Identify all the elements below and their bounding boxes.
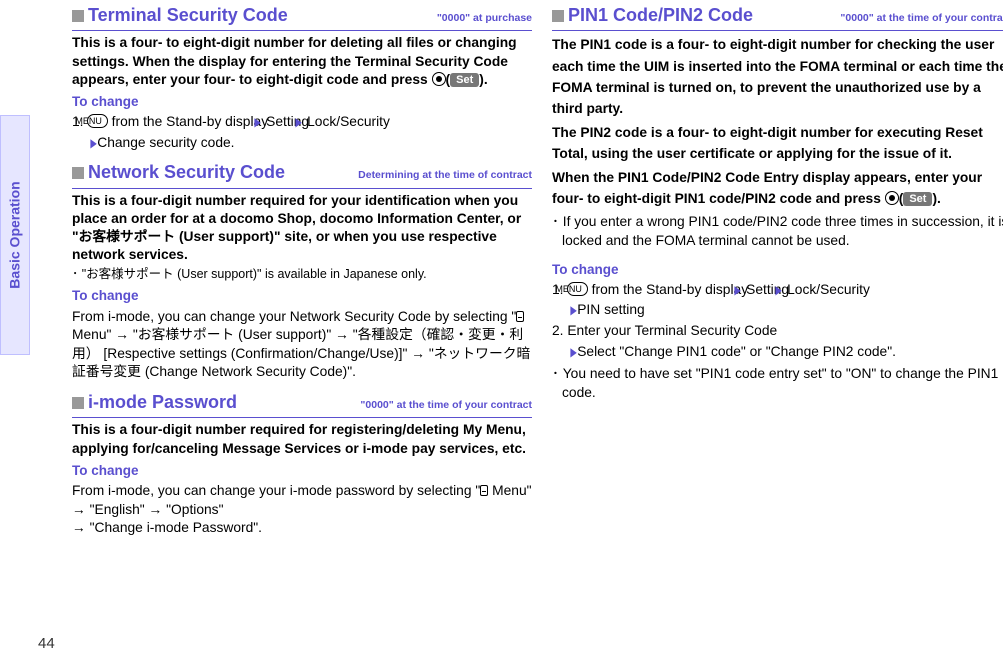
terminal-security-title: Terminal Security Code — [72, 3, 431, 27]
text: If you enter a wrong PIN1 code/PIN2 code… — [562, 214, 1003, 248]
text: Menu" → "お客様サポート (User support)" → "各種設定… — [72, 327, 530, 379]
pin-code-title: PIN1 Code/PIN2 Code — [552, 3, 834, 27]
text: from the Stand-by display — [588, 282, 748, 297]
pin-code-body3: When the PIN1 Code/PIN2 Code Entry displ… — [552, 167, 1003, 210]
set-button-icon: Set — [450, 73, 479, 87]
to-change-label: To change — [72, 462, 532, 480]
network-security-head: Network Security Code Determining at the… — [72, 160, 532, 184]
square-bullet-icon — [552, 10, 564, 22]
step-1: 1. MENU from the Stand-by display▶Settin… — [72, 113, 532, 132]
text: Lock/Security — [787, 282, 870, 297]
set-button-icon: Set — [903, 192, 932, 206]
pin-bullet-2: ･ You need to have set "PIN1 code entry … — [552, 365, 1003, 402]
divider — [552, 30, 1003, 31]
right-column: PIN1 Code/PIN2 Code "0000" at the time o… — [552, 0, 1003, 403]
terminal-security-note: "0000" at purchase — [431, 11, 532, 25]
pin-step-1: 1. MENU from the Stand-by display▶Settin… — [552, 281, 1003, 300]
text: From i-mode, you can change your Network… — [72, 309, 516, 324]
text: ). — [932, 191, 940, 206]
terminal-security-title-text: Terminal Security Code — [88, 5, 288, 25]
pin-code-title-text: PIN1 Code/PIN2 Code — [568, 5, 753, 25]
imode-password-head: i-mode Password "0000" at the time of yo… — [72, 390, 532, 414]
to-change-label: To change — [552, 261, 1003, 279]
side-tab: Basic Operation — [0, 115, 30, 355]
pin-code-body2: The PIN2 code is a four- to eight-digit … — [552, 122, 1003, 165]
text: ). — [479, 72, 487, 87]
text: You need to have set "PIN1 code entry se… — [562, 366, 998, 400]
arrow-icon: ▶ — [570, 302, 576, 318]
network-security-bullet: ･ "お客様サポート (User support)" is available … — [72, 266, 532, 283]
network-security-note: Determining at the time of contract — [352, 168, 532, 182]
divider — [72, 30, 532, 31]
step-1-sub: ▶Change security code. — [72, 134, 532, 153]
terminal-security-body: This is a four- to eight-digit number fo… — [72, 34, 532, 89]
text: Setting — [266, 114, 309, 129]
imode-password-change-body2: → "Change i-mode Password". — [72, 519, 532, 538]
divider — [72, 417, 532, 418]
imode-password-body: This is a four-digit number required for… — [72, 421, 532, 457]
imode-password-title-text: i-mode Password — [88, 392, 237, 412]
square-bullet-icon — [72, 10, 84, 22]
pin-step-2: 2. Enter your Terminal Security Code — [552, 322, 1003, 341]
pin-code-note: "0000" at the time of your contract — [834, 11, 1003, 25]
network-security-title: Network Security Code — [72, 160, 352, 184]
text: "お客様サポート (User support)" is available in… — [82, 267, 427, 281]
imode-menu-icon — [480, 485, 488, 496]
arrow-icon: ▶ — [570, 344, 576, 360]
text: PIN setting — [577, 302, 644, 317]
terminal-security-head: Terminal Security Code "0000" at purchas… — [72, 3, 532, 27]
square-bullet-icon — [72, 397, 84, 409]
imode-password-title: i-mode Password — [72, 390, 354, 414]
to-change-label: To change — [72, 287, 532, 305]
network-security-body: This is a four-digit number required for… — [72, 192, 532, 265]
imode-password-change-body: From i-mode, you can change your i-mode … — [72, 482, 532, 519]
menu-button-icon: MENU — [567, 282, 588, 296]
text: Lock/Security — [307, 114, 390, 129]
arrow-icon: ▶ — [90, 135, 96, 151]
pin-bullet-1: ･ If you enter a wrong PIN1 code/PIN2 co… — [552, 213, 1003, 250]
network-security-title-text: Network Security Code — [88, 162, 285, 182]
imode-menu-icon — [516, 311, 524, 322]
text: Setting — [746, 282, 789, 297]
to-change-label: To change — [72, 93, 532, 111]
network-security-change-body: From i-mode, you can change your Network… — [72, 308, 532, 383]
text: from the Stand-by display — [108, 114, 268, 129]
pin-step-2-sub: ▶Select "Change PIN1 code" or "Change PI… — [552, 343, 1003, 362]
side-tab-label: Basic Operation — [6, 181, 25, 288]
text: Change security code. — [97, 135, 234, 150]
pin-step-1-sub: ▶PIN setting — [552, 301, 1003, 320]
left-column: Terminal Security Code "0000" at purchas… — [72, 0, 532, 538]
center-button-icon — [885, 191, 899, 205]
text: From i-mode, you can change your i-mode … — [72, 483, 480, 498]
imode-password-note: "0000" at the time of your contract — [354, 398, 532, 412]
menu-button-icon: MENU — [87, 114, 108, 128]
text: Select "Change PIN1 code" or "Change PIN… — [577, 344, 896, 359]
center-button-icon — [432, 72, 446, 86]
divider — [72, 188, 532, 189]
pin-code-head: PIN1 Code/PIN2 Code "0000" at the time o… — [552, 3, 1003, 27]
page-number: 44 — [38, 634, 55, 654]
pin-code-body1: The PIN1 code is a four- to eight-digit … — [552, 34, 1003, 120]
square-bullet-icon — [72, 167, 84, 179]
